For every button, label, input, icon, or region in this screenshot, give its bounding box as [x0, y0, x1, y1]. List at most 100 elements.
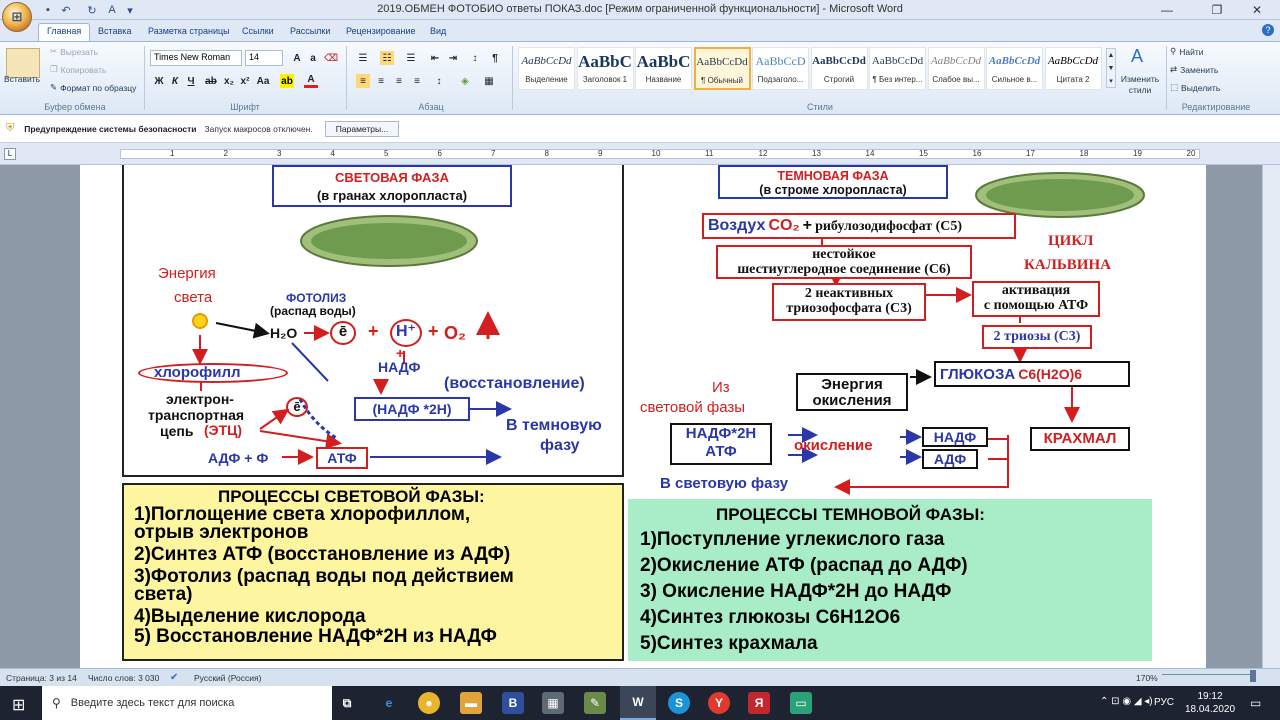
numbering-icon[interactable]: ☷: [380, 51, 394, 65]
redo-icon[interactable]: ↻: [84, 2, 100, 18]
zoom-slider-thumb[interactable]: [1250, 670, 1256, 682]
underline-icon[interactable]: Ч: [184, 74, 198, 88]
style-tile[interactable]: AaBbCcDd Сильное в...: [986, 47, 1043, 90]
word-taskbar-icon[interactable]: W: [620, 686, 656, 720]
notification-icon[interactable]: ▭: [1250, 696, 1261, 710]
paste-button[interactable]: Вставить: [4, 74, 40, 84]
styles-scroll[interactable]: ▲ ▼ ▾: [1106, 48, 1116, 88]
font-size-field[interactable]: 14: [245, 50, 283, 66]
tab-page-layout[interactable]: Разметка страницы: [140, 24, 238, 42]
superscript-icon[interactable]: x²: [238, 74, 252, 88]
format-painter-button[interactable]: ✎ Формат по образцу: [50, 82, 136, 93]
edge-icon[interactable]: e: [378, 692, 400, 714]
strikethrough-icon[interactable]: ab: [204, 74, 218, 88]
skype-icon[interactable]: S: [668, 692, 690, 714]
office-button[interactable]: ⊞: [2, 2, 32, 32]
select-button[interactable]: ⬚ Выделить: [1170, 82, 1220, 93]
style-tile[interactable]: AaBbCcDd ¶ Обычный: [693, 47, 751, 90]
change-styles-icon[interactable]: A: [1126, 46, 1148, 68]
close-button[interactable]: ✕: [1234, 0, 1280, 20]
highlight-icon[interactable]: ab: [280, 74, 294, 88]
justify-icon[interactable]: ≡: [410, 74, 424, 88]
task-view-icon[interactable]: ⧉: [336, 692, 358, 714]
tab-view[interactable]: Вид: [422, 24, 454, 42]
vertical-scrollbar[interactable]: [1262, 165, 1280, 668]
copy-button[interactable]: ❐ Копировать: [50, 64, 106, 75]
chrome-icon[interactable]: ●: [418, 692, 440, 714]
save-icon[interactable]: ▪: [40, 2, 56, 18]
input-language[interactable]: РУС: [1154, 697, 1174, 708]
sort-icon[interactable]: ↕: [468, 51, 482, 65]
windows-start-icon[interactable]: ⊞: [12, 695, 25, 715]
style-tile[interactable]: AaBbCcDd ¶ Без интер...: [869, 47, 926, 90]
file-explorer-icon[interactable]: ▬: [460, 692, 482, 714]
italic-icon[interactable]: К: [168, 74, 182, 88]
grow-font-icon[interactable]: A: [290, 51, 304, 65]
tab-mailings[interactable]: Рассылки: [282, 24, 338, 42]
tab-review[interactable]: Рецензирование: [338, 24, 424, 42]
group-label-font: Шрифт: [230, 102, 260, 112]
align-left-icon[interactable]: ≡: [356, 74, 370, 88]
tab-references[interactable]: Ссылки: [234, 24, 282, 42]
page-count[interactable]: Страница: 3 из 14: [6, 673, 77, 683]
document-page[interactable]: СВЕТОВАЯ ФАЗА (в гранах хлоропласта) Эне…: [80, 165, 1206, 668]
tab-selector-icon[interactable]: L: [4, 148, 16, 160]
shrink-font-icon[interactable]: a: [306, 51, 320, 65]
increase-indent-icon[interactable]: ⇥: [446, 51, 460, 65]
bullets-icon[interactable]: ☰: [356, 51, 370, 65]
spelling-icon[interactable]: A: [104, 2, 120, 18]
tab-home[interactable]: Главная: [38, 23, 91, 41]
document-area: СВЕТОВАЯ ФАЗА (в гранах хлоропласта) Эне…: [0, 165, 1280, 668]
decrease-indent-icon[interactable]: ⇤: [428, 51, 442, 65]
style-tile[interactable]: AaBbC Название: [635, 47, 692, 90]
multilevel-list-icon[interactable]: ☰: [404, 51, 418, 65]
style-preview: AaBbC: [578, 52, 632, 71]
align-center-icon[interactable]: ≡: [374, 74, 388, 88]
replace-button[interactable]: ⇄ Заменить: [1170, 64, 1218, 75]
security-options-button[interactable]: Параметры...: [324, 120, 400, 137]
electron-circle: ē: [330, 321, 356, 345]
vk-icon[interactable]: В: [502, 692, 524, 714]
screen-icon[interactable]: ▭: [790, 692, 812, 714]
style-tile[interactable]: AaBbC Заголовок 1: [576, 47, 634, 90]
align-right-icon[interactable]: ≡: [392, 74, 406, 88]
language-indicator[interactable]: Русский (Россия): [194, 673, 261, 683]
font-color-icon[interactable]: A: [304, 74, 318, 88]
clock[interactable]: 19:12 18.04.2020: [1184, 690, 1236, 716]
taskbar-search-box[interactable]: ⚲ Введите здесь текст для поиска: [42, 686, 332, 720]
tab-insert[interactable]: Вставка: [90, 24, 139, 42]
tray-icons[interactable]: ⌃ ⊡ ◉ ◢ ◂): [1100, 696, 1153, 707]
style-tile[interactable]: AaBbCcDd Слабое вы...: [927, 47, 985, 90]
bold-icon[interactable]: Ж: [152, 74, 166, 88]
font-name-field[interactable]: Times New Roman: [150, 50, 242, 66]
pilcrow-icon[interactable]: ¶: [488, 51, 502, 65]
find-button[interactable]: ⚲ Найти: [1170, 46, 1204, 57]
cut-button[interactable]: ✂ Вырезать: [50, 46, 98, 57]
shading-icon[interactable]: ◈: [458, 74, 472, 88]
zoom-slider[interactable]: [1162, 674, 1252, 680]
style-tile[interactable]: AaBbCcDd Цитата 2: [1044, 47, 1102, 90]
style-tile[interactable]: AaBbCcDd Выделение: [518, 47, 575, 90]
yandex-browser-icon[interactable]: Я: [748, 692, 770, 714]
paint-icon[interactable]: ✎: [584, 692, 606, 714]
calculator-icon[interactable]: ▦: [542, 692, 564, 714]
change-case-icon[interactable]: Aa: [256, 74, 270, 88]
proofing-icon[interactable]: ✔: [170, 672, 178, 683]
help-icon[interactable]: ?: [1262, 24, 1274, 36]
minimize-button[interactable]: —: [1144, 0, 1190, 20]
zoom-level[interactable]: 170%: [1136, 673, 1158, 683]
change-styles-button[interactable]: Изменить стили: [1118, 74, 1162, 96]
subscript-icon[interactable]: x₂: [222, 74, 236, 88]
yandex-icon[interactable]: Y: [708, 692, 730, 714]
ribbon: Вставить ✂ Вырезать ❐ Копировать ✎ Формат п…: [0, 41, 1280, 115]
clear-format-icon[interactable]: ⌫: [324, 51, 338, 65]
word-count[interactable]: Число слов: 3 030: [88, 673, 159, 683]
style-tile[interactable]: AaBbCcD Подзаголо...: [752, 47, 809, 90]
undo-icon[interactable]: ↶: [58, 2, 74, 18]
dark-process-1: 1)Поступление углекислого газа: [640, 529, 945, 550]
horizontal-ruler[interactable]: L 1 2 3 4 5 6 7 8 9 10 11 12 13 14 15 16 17 18 19 20: [0, 143, 1280, 165]
qat-dropdown-icon[interactable]: ▾: [122, 2, 138, 18]
line-spacing-icon[interactable]: ↕: [432, 74, 446, 88]
borders-icon[interactable]: ▦: [482, 74, 496, 88]
style-tile[interactable]: AaBbCcDd Строгий: [810, 47, 868, 90]
